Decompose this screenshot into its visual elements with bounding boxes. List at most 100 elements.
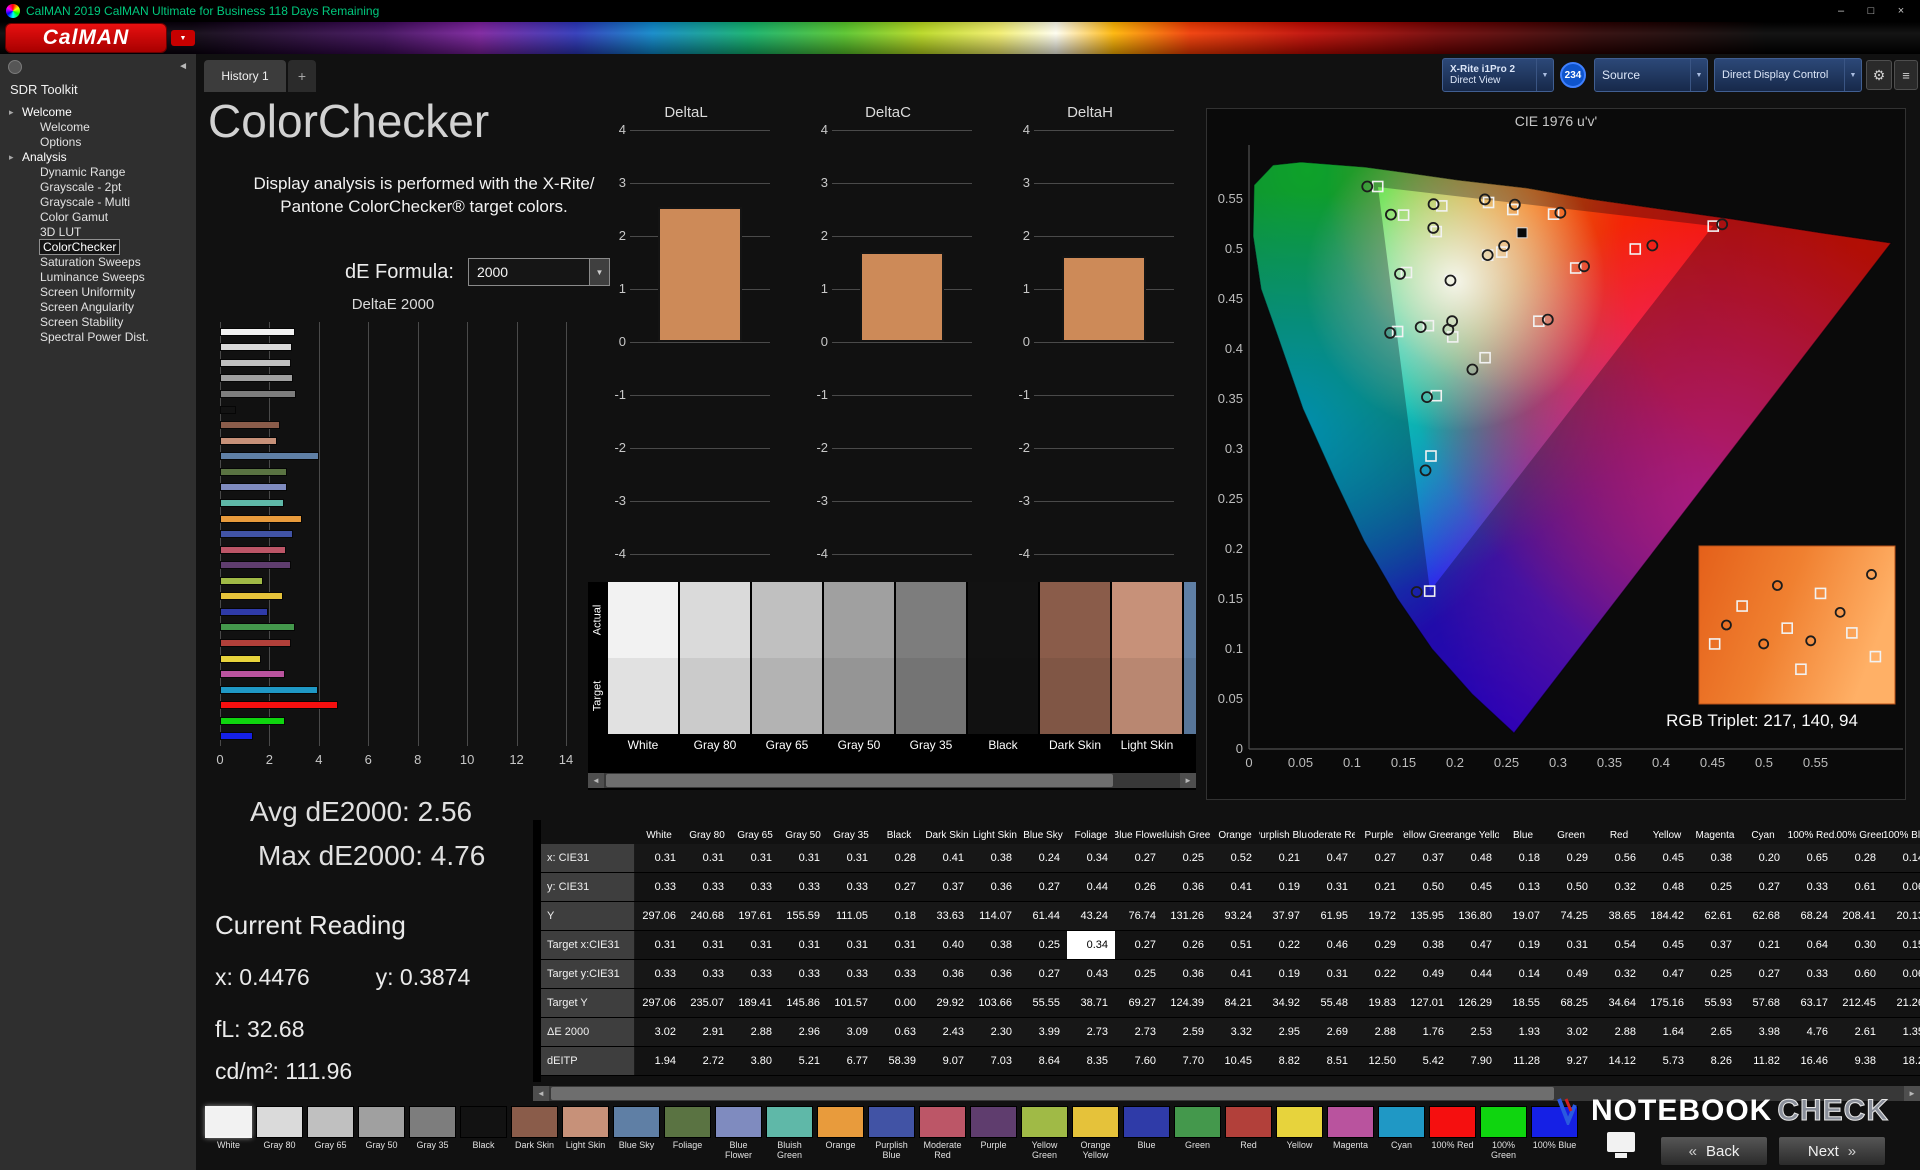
- table-cell[interactable]: 0.34: [1067, 931, 1115, 959]
- table-cell[interactable]: 8.51: [1307, 1047, 1355, 1075]
- table-cell[interactable]: 0.31: [875, 931, 923, 959]
- table-cell[interactable]: 11.82: [1739, 1047, 1787, 1075]
- table-cell[interactable]: 74.25: [1547, 902, 1595, 930]
- table-cell[interactable]: 9.07: [923, 1047, 971, 1075]
- table-cell[interactable]: 0.31: [683, 844, 731, 872]
- table-cell[interactable]: 2.73: [1115, 1018, 1163, 1046]
- table-cell[interactable]: 0.38: [1691, 844, 1739, 872]
- patch-chip-red[interactable]: Red: [1225, 1106, 1272, 1166]
- table-cell[interactable]: 135.95: [1403, 902, 1451, 930]
- table-cell[interactable]: 0.20: [1739, 844, 1787, 872]
- scroll-right-icon[interactable]: ►: [1904, 1086, 1920, 1101]
- table-cell[interactable]: 0.60: [1835, 960, 1883, 988]
- sidebar-item-3d-lut[interactable]: 3D LUT: [0, 225, 196, 240]
- sidebar-item-dynamic-range[interactable]: Dynamic Range: [0, 165, 196, 180]
- table-cell[interactable]: 155.59: [779, 902, 827, 930]
- table-cell[interactable]: 76.74: [1115, 902, 1163, 930]
- patch-chip-dark-skin[interactable]: Dark Skin: [511, 1106, 558, 1166]
- table-cell[interactable]: 2.73: [1067, 1018, 1115, 1046]
- table-cell[interactable]: 0.33: [827, 960, 875, 988]
- sidebar-item-color-gamut[interactable]: Color Gamut: [0, 210, 196, 225]
- table-cell[interactable]: 0.54: [1595, 931, 1643, 959]
- table-cell[interactable]: 0.21: [1355, 873, 1403, 901]
- sidebar-item-analysis[interactable]: ▸Analysis: [0, 150, 196, 165]
- table-cell[interactable]: 189.41: [731, 989, 779, 1017]
- table-cell[interactable]: 0.29: [1355, 931, 1403, 959]
- table-cell[interactable]: 0.40: [923, 931, 971, 959]
- table-cell[interactable]: 235.07: [683, 989, 731, 1017]
- patch-chip-foliage[interactable]: Foliage: [664, 1106, 711, 1166]
- sidebar-item-saturation-sweeps[interactable]: Saturation Sweeps: [0, 255, 196, 270]
- table-cell[interactable]: 0.31: [827, 931, 875, 959]
- table-cell[interactable]: 0.21: [1259, 844, 1307, 872]
- table-cell[interactable]: 20.13: [1883, 902, 1920, 930]
- patch-chip-gray-50[interactable]: Gray 50: [358, 1106, 405, 1166]
- table-cell[interactable]: 8.26: [1691, 1047, 1739, 1075]
- table-cell[interactable]: 12.50: [1355, 1047, 1403, 1075]
- table-cell[interactable]: 0.48: [1643, 873, 1691, 901]
- table-cell[interactable]: 16.46: [1787, 1047, 1835, 1075]
- table-cell[interactable]: 0.38: [971, 844, 1019, 872]
- table-cell[interactable]: 0.47: [1307, 844, 1355, 872]
- table-cell[interactable]: 0.31: [683, 931, 731, 959]
- back-button[interactable]: « Back: [1660, 1136, 1768, 1166]
- table-cell[interactable]: 0.46: [1307, 931, 1355, 959]
- table-cell[interactable]: 101.57: [827, 989, 875, 1017]
- table-cell[interactable]: 0.31: [779, 844, 827, 872]
- table-cell[interactable]: 0.36: [971, 960, 1019, 988]
- table-cell[interactable]: 2.96: [779, 1018, 827, 1046]
- tab-history-1[interactable]: History 1: [204, 60, 286, 92]
- patch-chip-yellow-green[interactable]: Yellow Green: [1021, 1106, 1068, 1166]
- table-cell[interactable]: 0.64: [1787, 931, 1835, 959]
- sidebar-item-screen-stability[interactable]: Screen Stability: [0, 315, 196, 330]
- patch-chip-100-green[interactable]: 100% Green: [1480, 1106, 1527, 1166]
- table-cell[interactable]: 0.25: [1691, 960, 1739, 988]
- table-cell[interactable]: 2.59: [1163, 1018, 1211, 1046]
- table-cell[interactable]: 0.50: [1403, 873, 1451, 901]
- table-cell[interactable]: 0.36: [1163, 873, 1211, 901]
- table-cell[interactable]: 2.88: [1355, 1018, 1403, 1046]
- table-cell[interactable]: 0.38: [971, 931, 1019, 959]
- table-cell[interactable]: 2.30: [971, 1018, 1019, 1046]
- table-cell[interactable]: 2.91: [683, 1018, 731, 1046]
- table-cell[interactable]: 212.45: [1835, 989, 1883, 1017]
- table-cell[interactable]: 0.19: [1259, 873, 1307, 901]
- table-cell[interactable]: 0.61: [1835, 873, 1883, 901]
- patch-chip-gray-35[interactable]: Gray 35: [409, 1106, 456, 1166]
- table-cell[interactable]: 240.68: [683, 902, 731, 930]
- table-cell[interactable]: 0.33: [1787, 873, 1835, 901]
- table-cell[interactable]: 0.18: [875, 902, 923, 930]
- table-cell[interactable]: 34.92: [1259, 989, 1307, 1017]
- table-cell[interactable]: 69.27: [1115, 989, 1163, 1017]
- table-cell[interactable]: 3.02: [1547, 1018, 1595, 1046]
- table-cell[interactable]: 1.93: [1499, 1018, 1547, 1046]
- table-cell[interactable]: 0.56: [1595, 844, 1643, 872]
- table-cell[interactable]: 124.39: [1163, 989, 1211, 1017]
- table-cell[interactable]: 0.33: [683, 960, 731, 988]
- table-cell[interactable]: 0.29: [1547, 844, 1595, 872]
- close-button[interactable]: ×: [1886, 1, 1916, 21]
- sidebar-item-grayscale-2pt[interactable]: Grayscale - 2pt: [0, 180, 196, 195]
- table-cell[interactable]: 2.88: [1595, 1018, 1643, 1046]
- table-cell[interactable]: 0.31: [635, 931, 683, 959]
- table-cell[interactable]: 0.27: [1019, 873, 1067, 901]
- table-cell[interactable]: 9.27: [1547, 1047, 1595, 1075]
- table-cell[interactable]: 0.36: [923, 960, 971, 988]
- table-cell[interactable]: 84.21: [1211, 989, 1259, 1017]
- table-cell[interactable]: 62.61: [1691, 902, 1739, 930]
- table-cell[interactable]: 5.42: [1403, 1047, 1451, 1075]
- table-cell[interactable]: 175.16: [1643, 989, 1691, 1017]
- patch-chip-gray-65[interactable]: Gray 65: [307, 1106, 354, 1166]
- table-cell[interactable]: 0.63: [875, 1018, 923, 1046]
- table-cell[interactable]: 0.52: [1211, 844, 1259, 872]
- table-cell[interactable]: 0.31: [1547, 931, 1595, 959]
- patch-chip-light-skin[interactable]: Light Skin: [562, 1106, 609, 1166]
- sidebar-item-screen-angularity[interactable]: Screen Angularity: [0, 300, 196, 315]
- menu-icon[interactable]: ≡: [1894, 60, 1918, 90]
- table-cell[interactable]: 0.27: [875, 873, 923, 901]
- settings-gear-icon[interactable]: ⚙: [1866, 60, 1892, 90]
- table-cell[interactable]: 1.76: [1403, 1018, 1451, 1046]
- table-cell[interactable]: 0.41: [1211, 873, 1259, 901]
- table-cell[interactable]: 0.32: [1595, 960, 1643, 988]
- table-cell[interactable]: 0.33: [875, 960, 923, 988]
